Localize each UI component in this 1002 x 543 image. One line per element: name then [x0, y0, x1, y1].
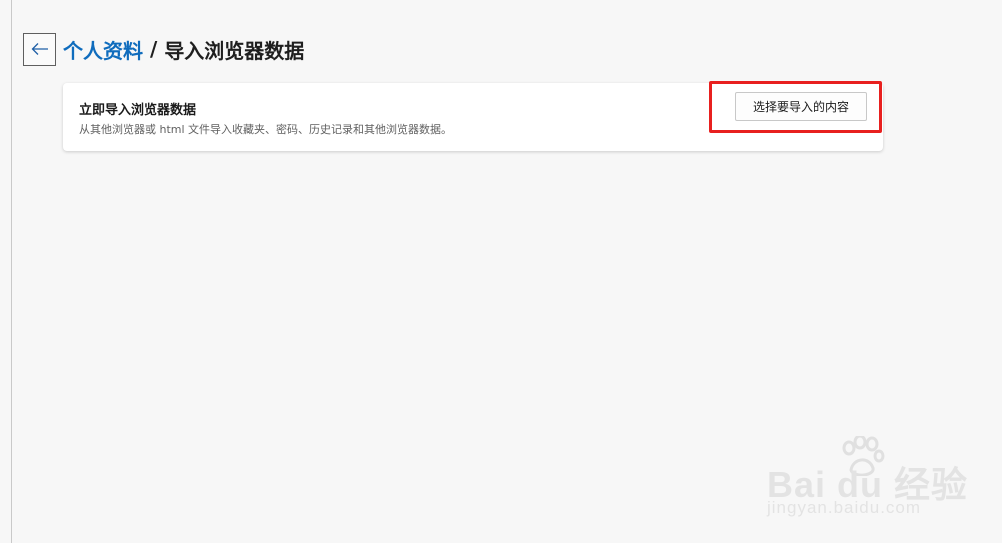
- arrow-left-icon: [31, 43, 48, 55]
- sidebar-divider: [11, 0, 12, 543]
- import-card-title: 立即导入浏览器数据: [79, 103, 197, 118]
- baidu-jingyan-watermark: Bai du 经验 jingyan.baidu.com: [767, 436, 967, 526]
- page-title: 导入浏览器数据: [164, 38, 305, 63]
- watermark-url-text: jingyan.baidu.com: [767, 498, 922, 517]
- import-data-card: 立即导入浏览器数据 从其他浏览器或 html 文件导入收藏夹、密码、历史记录和其…: [63, 83, 883, 151]
- settings-page: 个人资料 / 导入浏览器数据 立即导入浏览器数据 从其他浏览器或 html 文件…: [0, 0, 1002, 543]
- back-button[interactable]: [23, 32, 56, 66]
- import-card-description: 从其他浏览器或 html 文件导入收藏夹、密码、历史记录和其他浏览器数据。: [79, 123, 453, 136]
- breadcrumb-separator: /: [150, 37, 158, 61]
- breadcrumb-profile-link[interactable]: 个人资料: [63, 35, 143, 64]
- breadcrumb: 个人资料 / 导入浏览器数据: [63, 35, 304, 64]
- choose-import-content-button[interactable]: 选择要导入的内容: [735, 92, 867, 121]
- page-header: 个人资料 / 导入浏览器数据: [23, 31, 304, 67]
